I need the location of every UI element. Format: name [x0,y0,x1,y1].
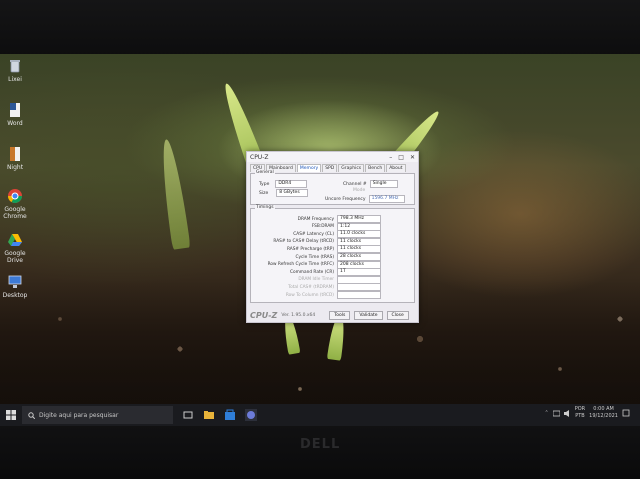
mode-label: Mode [353,188,366,193]
notifications-icon[interactable] [622,409,630,417]
tab-memory[interactable]: Memory [296,164,322,172]
uncore-label: Uncore Frequency [325,196,366,202]
store-icon[interactable] [224,409,236,421]
timing-label: Command Rate (CR) [289,269,334,275]
taskbar: Digite aqui para pesquisar ⌃ POR PTB 0:0… [0,404,640,426]
timing-label: Row Refresh Cycle Time (tRFC) [267,262,334,268]
desktop: Lixei Word Night Google Chrome Google Dr… [0,54,640,426]
cpuz-window[interactable]: CPU-Z – □ ✕ CPU Mainboard Memory SPD Gra… [246,151,419,323]
desktop-icon-night[interactable]: Night [2,146,28,171]
clock-date: 19/12/2021 [589,413,618,419]
general-group: General Type DDR4 Size 8 GBytes Channel … [250,170,415,205]
timing-label: FSB:DRAM [311,224,334,230]
minimize-button[interactable]: – [389,154,392,161]
size-label: Size [259,190,269,196]
cpuz-footer: CPU-Z Ver. 1.95.0.x64 Tools Validate Clo… [250,310,415,320]
timings-group: Timings DRAM Frequency 798.3 MHz FSB:DRAM 1… [250,205,415,303]
general-group-title: General [255,170,275,175]
maximize-button[interactable]: □ [398,154,404,161]
file-explorer-icon[interactable] [203,409,215,421]
network-icon [7,274,23,290]
size-value: 8 GBytes [276,189,309,197]
close-window-button[interactable]: ✕ [410,154,415,161]
type-label: Type [259,181,270,187]
network-status-icon[interactable] [552,410,560,417]
type-value: DDR4 [275,180,308,188]
timing-label: CAS# Latency (CL) [293,231,334,237]
close-button[interactable]: Close [386,310,409,320]
taskbar-search[interactable]: Digite aqui para pesquisar [22,406,173,424]
timing-label: Cycle Time (tRAS) [295,254,334,260]
timing-label: Row To Column (tRCD) [285,292,334,298]
cpuz-logo: CPU-Z [250,310,278,320]
desktop-icon-chrome[interactable]: Google Chrome [2,188,28,220]
timing-label: DRAM Idle Timer [298,277,334,283]
timing-label: Total CAS# (tRDRAM) [288,284,334,290]
word-file-icon [7,102,23,118]
window-title: CPU-Z [250,153,269,161]
recycle-bin-icon [7,58,23,74]
monitor-bezel-bottom [0,426,640,479]
desktop-icon-google-drive[interactable]: Google Drive [2,232,28,264]
validate-button[interactable]: Validate [354,310,383,320]
wallpaper-sprout [157,138,191,250]
document-icon [7,146,23,162]
cpuz-title-bar[interactable]: CPU-Z – □ ✕ [247,152,418,162]
task-view-icon[interactable] [182,409,194,421]
tray-layout: PTB [575,413,585,419]
desktop-icon-network[interactable]: Desktop [2,274,28,299]
clock[interactable]: 0:00 AM 19/12/2021 [589,406,618,420]
tab-graphics[interactable]: Graphics [338,164,365,172]
chrome-icon [7,188,23,204]
monitor-bezel-top [0,0,640,56]
start-button[interactable] [0,410,22,420]
desktop-icon-word[interactable]: Word [2,102,28,127]
tab-spd[interactable]: SPD [322,164,338,172]
timing-label: RAS# to CAS# Delay (tRCD) [273,239,334,245]
google-drive-icon [7,232,23,248]
search-placeholder: Digite aqui para pesquisar [39,411,119,419]
search-icon [28,411,35,419]
timing-value [337,291,381,299]
channel-label: Channel # [343,181,367,187]
channel-value: Single [369,180,398,188]
dell-logo: DELL [300,437,341,452]
uncore-value: 1596.7 MHz [368,195,405,203]
chevron-up-icon[interactable]: ⌃ [545,410,549,416]
cpuz-taskbar-icon[interactable] [245,409,257,421]
input-language[interactable]: POR PTB [575,406,585,420]
timing-row: Row To Column (tRCD) [257,291,381,299]
system-tray: ⌃ POR PTB 0:00 AM 19/12/2021 [545,406,630,420]
tray-lang: POR [574,406,586,412]
version-label: Ver. 1.95.0.x64 [281,312,316,318]
tools-button[interactable]: Tools [329,310,351,320]
tab-about[interactable]: About [386,164,406,172]
timings-group-title: Timings [255,205,275,210]
desktop-icon-recycle-bin[interactable]: Lixei [2,58,28,83]
volume-icon[interactable] [563,409,571,417]
timing-label: DRAM Frequency [297,216,334,222]
clock-time: 0:00 AM [593,406,614,412]
tab-bench[interactable]: Bench [365,164,386,172]
windows-logo-icon [6,410,16,420]
timing-label: RAS# Precharge (tRP) [286,246,334,252]
